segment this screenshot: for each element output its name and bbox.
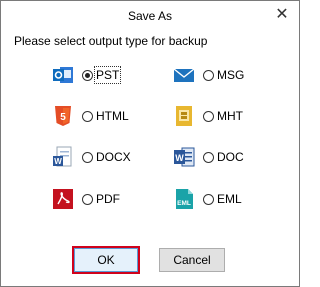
radio-eml[interactable] (203, 193, 214, 205)
radio-pdf[interactable] (82, 193, 93, 205)
prompt-text: Please select output type for backup (14, 34, 208, 48)
outlook-icon (52, 64, 74, 86)
option-pdf[interactable]: PDF (52, 188, 120, 210)
radio-docx[interactable] (82, 151, 93, 163)
label-eml: EML (217, 192, 242, 206)
save-as-dialog: Save As ✕ Please select output type for … (0, 0, 300, 287)
option-pst[interactable]: PST (52, 64, 122, 86)
option-doc[interactable]: W DOC (173, 146, 244, 168)
label-docx: DOCX (96, 150, 131, 164)
svg-text:5: 5 (60, 112, 66, 123)
label-pdf: PDF (96, 192, 120, 206)
dialog-title: Save As (127, 9, 173, 23)
label-mht: MHT (217, 109, 243, 123)
html5-icon: 5 (52, 105, 74, 127)
label-html: HTML (96, 109, 129, 123)
label-msg: MSG (217, 68, 245, 82)
label-pst: PST (93, 66, 122, 84)
option-mht[interactable]: MHT (173, 105, 243, 127)
radio-doc[interactable] (203, 151, 214, 163)
eml-file-icon: EML (173, 188, 195, 210)
radio-msg[interactable] (203, 69, 214, 81)
close-icon[interactable]: ✕ (271, 4, 293, 26)
pdf-icon (52, 188, 74, 210)
word-doc-icon: W (173, 146, 195, 168)
cancel-button[interactable]: Cancel (159, 248, 225, 272)
svg-text:EML: EML (177, 200, 191, 207)
option-eml[interactable]: EML EML (173, 188, 242, 210)
radio-html[interactable] (82, 110, 93, 122)
option-html[interactable]: 5 HTML (52, 105, 129, 127)
option-msg[interactable]: MSG (173, 64, 244, 86)
ok-button[interactable]: OK (72, 246, 140, 274)
radio-mht[interactable] (203, 110, 214, 122)
word-docx-icon: W (52, 146, 74, 168)
svg-text:W: W (175, 153, 184, 163)
option-docx[interactable]: W DOCX (52, 146, 131, 168)
label-doc: DOC (217, 150, 244, 164)
title-bar: Save As ✕ (1, 1, 299, 29)
mht-file-icon (173, 105, 195, 127)
radio-pst[interactable] (82, 69, 93, 81)
envelope-icon (173, 64, 195, 86)
svg-text:W: W (54, 157, 62, 166)
